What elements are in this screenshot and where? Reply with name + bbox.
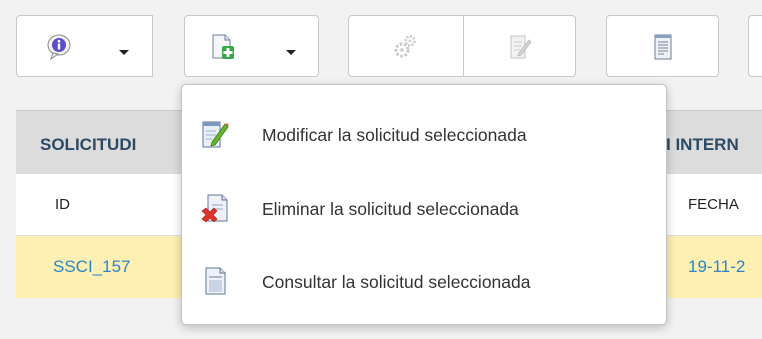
column-header-id[interactable]: ID — [55, 196, 70, 213]
row-date: 19-11-2 — [688, 257, 746, 276]
report-button[interactable] — [606, 15, 719, 77]
menu-item-delete[interactable]: Eliminar la solicitud seleccionada — [182, 176, 666, 240]
add-dropdown-button[interactable] — [184, 15, 319, 77]
actions-dropdown-menu: Modificar la solicitud seleccionada Elim… — [181, 84, 667, 325]
table-title-right: I INTERN — [666, 135, 739, 154]
toolbar — [0, 0, 762, 95]
table-title: SOLICITUDI — [40, 135, 137, 154]
info-speech-icon — [47, 34, 71, 61]
report-document-icon — [651, 34, 675, 60]
toolbar-more-button[interactable] — [748, 15, 762, 77]
menu-item-view[interactable]: Consultar la solicitud seleccionada — [182, 249, 666, 313]
menu-item-label: Modificar la solicitud seleccionada — [262, 125, 527, 145]
page: SOLICITUDI I INTERN ID FECHA SSCI_157 19… — [0, 0, 762, 339]
menu-item-label: Consultar la solicitud seleccionada — [262, 272, 531, 292]
edit-pencil-icon — [200, 119, 230, 149]
settings-button[interactable] — [348, 15, 464, 77]
edit-document-icon — [508, 34, 532, 60]
view-document-icon — [200, 266, 230, 296]
edit-button[interactable] — [463, 15, 576, 77]
add-document-icon — [210, 34, 234, 60]
menu-item-modify[interactable]: Modificar la solicitud seleccionada — [182, 102, 666, 166]
delete-document-icon — [200, 193, 230, 223]
gears-icon — [393, 34, 417, 60]
column-header-fecha[interactable]: FECHA — [688, 196, 739, 213]
menu-item-label: Eliminar la solicitud seleccionada — [262, 199, 519, 219]
row-id-link[interactable]: SSCI_157 — [53, 257, 131, 277]
info-dropdown-button[interactable] — [16, 15, 153, 77]
chevron-down-icon — [286, 50, 296, 55]
chevron-down-icon — [119, 50, 129, 55]
